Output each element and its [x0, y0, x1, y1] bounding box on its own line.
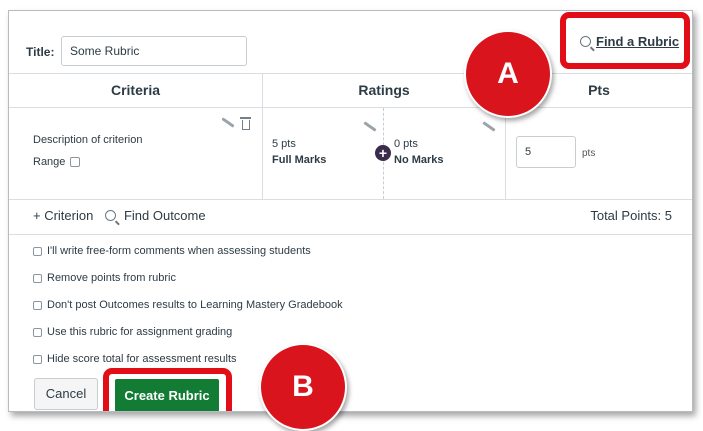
option-label: Don't post Outcomes results to Learning … — [47, 299, 343, 311]
checkbox[interactable] — [33, 274, 42, 283]
checkbox[interactable] — [33, 355, 42, 364]
option-label: Use this rubric for assignment grading — [47, 326, 233, 338]
add-criterion-button[interactable]: + Criterion — [33, 208, 93, 223]
option-free-form-comments[interactable]: I'll write free-form comments when asses… — [33, 245, 311, 257]
points-unit: pts — [582, 148, 596, 159]
rating-no-marks[interactable]: 0 pts No Marks — [394, 136, 444, 168]
points-input[interactable]: 5 — [516, 136, 576, 168]
rubric-editor: Title: Some Rubric Find a Rubric Criteri… — [8, 10, 693, 412]
find-rubric-link[interactable]: Find a Rubric — [580, 34, 679, 49]
rating-points: 5 pts — [272, 138, 296, 150]
create-rubric-button[interactable]: Create Rubric — [115, 379, 219, 411]
title-label: Title: — [26, 45, 55, 59]
checkbox[interactable] — [33, 247, 42, 256]
cancel-button[interactable]: Cancel — [34, 378, 98, 410]
title-row: Title: Some Rubric Find a Rubric — [9, 11, 692, 74]
find-outcome-button[interactable]: Find Outcome — [104, 208, 214, 223]
option-hide-score-total[interactable]: Hide score total for assessment results — [33, 353, 237, 365]
find-rubric-highlight: Find a Rubric — [560, 12, 690, 69]
rating-label: No Marks — [394, 154, 444, 166]
search-icon — [580, 36, 591, 47]
title-input[interactable]: Some Rubric — [61, 36, 247, 66]
range-option[interactable]: Range — [33, 156, 81, 168]
option-dont-post-outcomes[interactable]: Don't post Outcomes results to Learning … — [33, 299, 343, 311]
search-icon — [104, 210, 116, 221]
column-divider — [262, 73, 263, 199]
criterion-description: Description of criterion — [33, 134, 143, 146]
option-use-for-grading[interactable]: Use this rubric for assignment grading — [33, 326, 232, 338]
rating-full-marks[interactable]: 5 pts Full Marks — [272, 136, 326, 168]
add-rating-button[interactable]: + — [375, 145, 391, 161]
checkbox[interactable] — [33, 301, 42, 310]
criteria-header: Criteria — [9, 73, 262, 108]
find-outcome-label: Find Outcome — [123, 208, 206, 223]
criteria-footer: + Criterion Find Outcome Total Points: 5 — [9, 199, 692, 235]
option-remove-points[interactable]: Remove points from rubric — [33, 272, 176, 284]
create-rubric-highlight: Create Rubric — [103, 368, 232, 411]
delete-criterion-icon[interactable] — [240, 117, 251, 130]
option-label: Hide score total for assessment results — [47, 353, 237, 365]
find-rubric-label: Find a Rubric — [596, 34, 680, 49]
total-points: Total Points: 5 — [590, 208, 672, 223]
checkbox[interactable] — [33, 328, 42, 337]
option-label: Remove points from rubric — [47, 272, 176, 284]
rating-label: Full Marks — [272, 154, 327, 166]
option-label: I'll write free-form comments when asses… — [47, 245, 311, 257]
rating-points: 0 pts — [394, 138, 418, 150]
range-label: Range — [33, 156, 66, 168]
callout-b-badge: B — [259, 343, 347, 431]
edit-criterion-icon[interactable] — [221, 117, 235, 128]
edit-rating-icon[interactable] — [363, 121, 377, 132]
range-checkbox[interactable] — [70, 157, 81, 167]
callout-a-badge: A — [464, 30, 552, 118]
edit-rating-icon[interactable] — [482, 121, 496, 132]
